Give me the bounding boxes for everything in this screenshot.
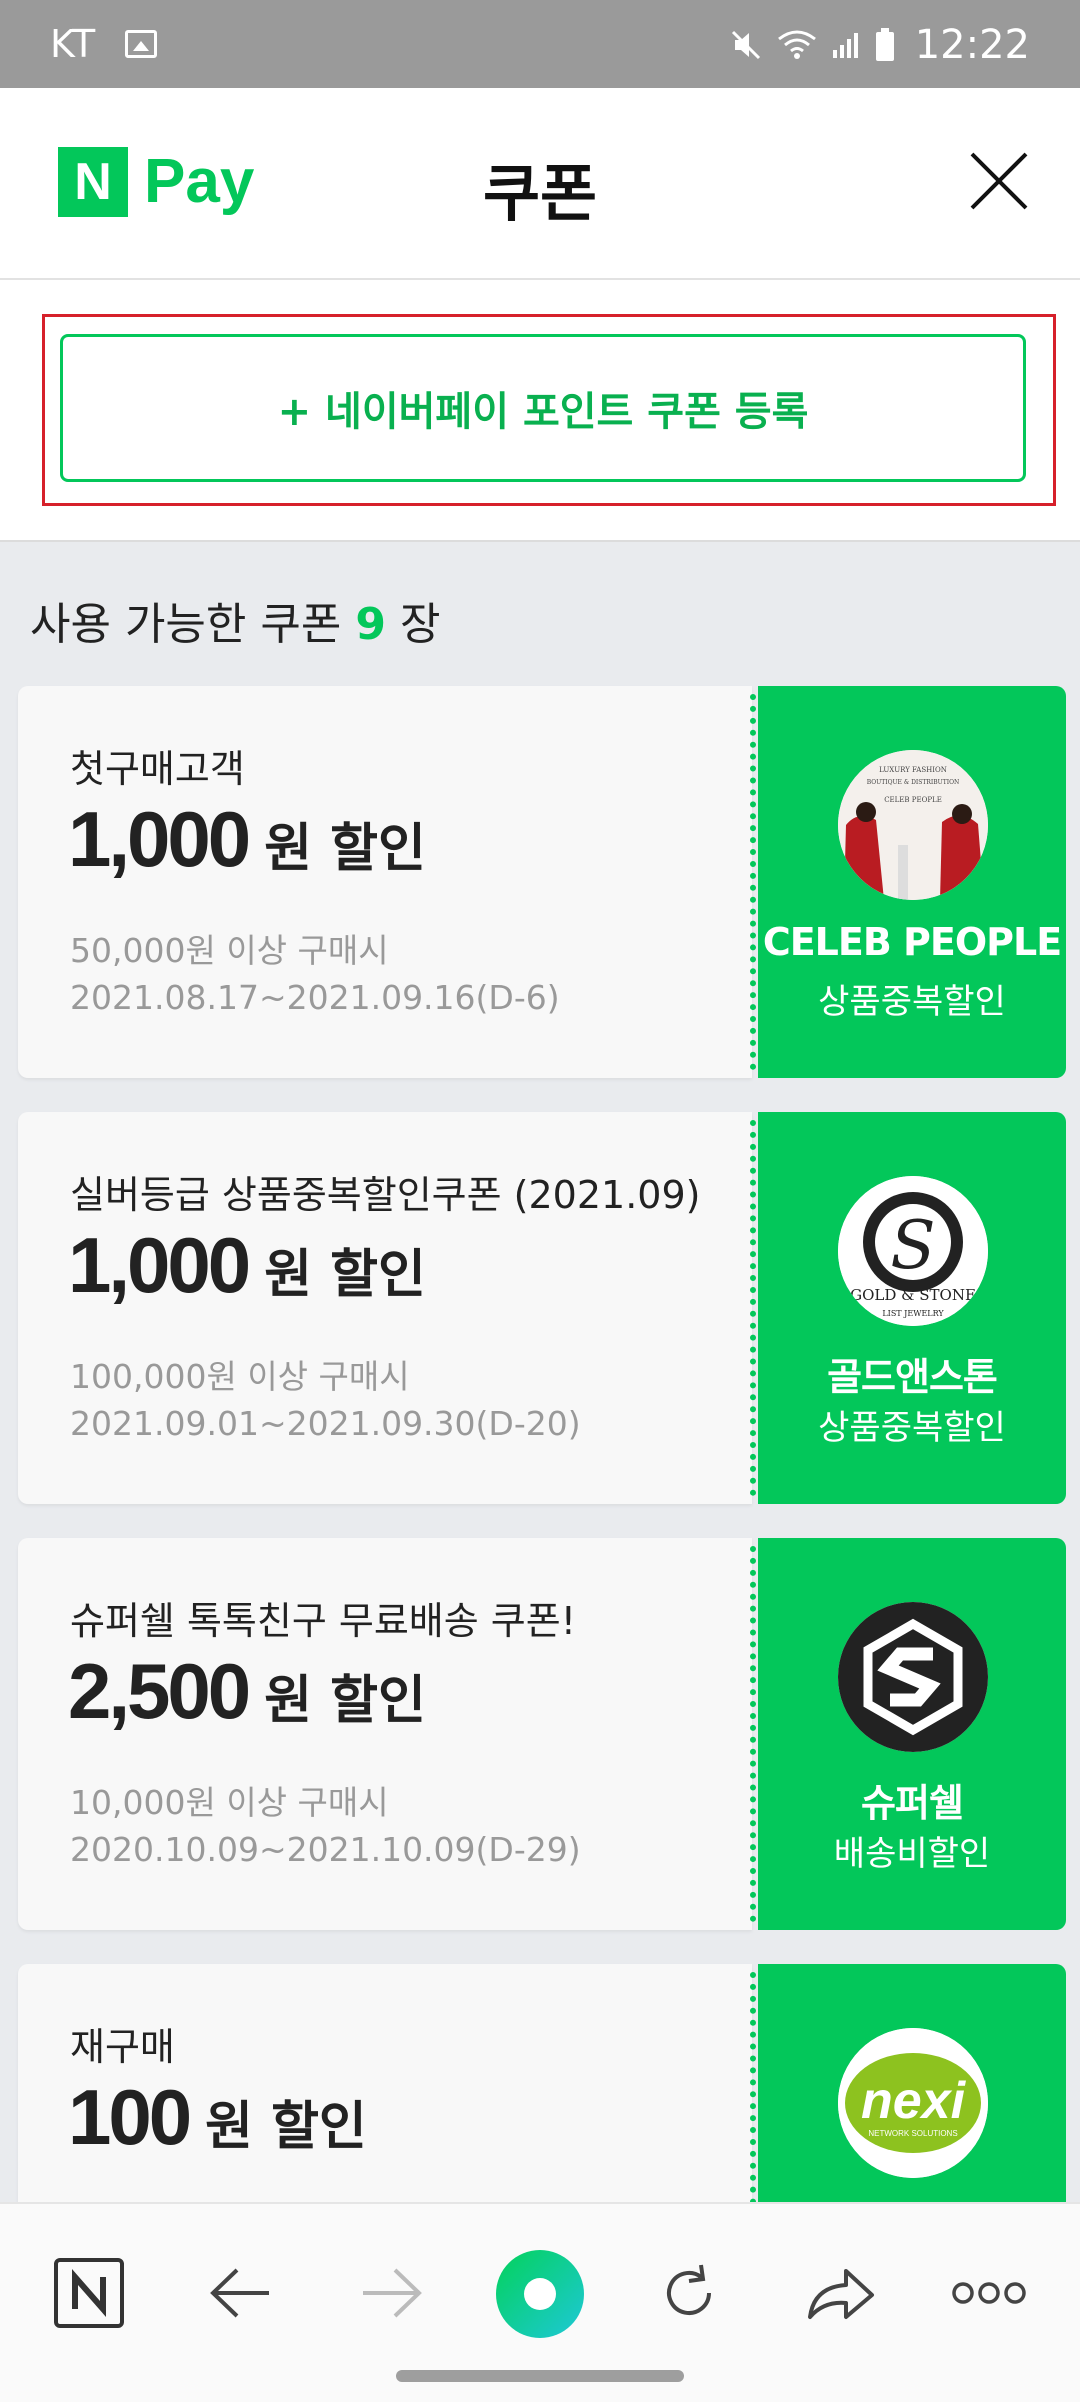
coupon-amount: 1,000 원 할인 [68, 1220, 426, 1311]
naver-home-button[interactable] [44, 2248, 134, 2338]
coupon-card[interactable]: 첫구매고객 1,000 원 할인 50,000원 이상 구매시 2021.08.… [18, 686, 1066, 1078]
coupon-condition: 100,000원 이상 구매시 [70, 1357, 410, 1396]
brand-name: 골드앤스톤 [827, 1355, 998, 1399]
coupon-condition: 10,000원 이상 구매시 [70, 1783, 389, 1822]
coupon-count-prefix: 사용 가능한 쿠폰 [30, 599, 342, 650]
coupon-amount-value: 1,000 [68, 1221, 251, 1309]
close-icon [970, 152, 1028, 210]
brand-name: 슈퍼쉘 [861, 1781, 964, 1825]
coupon-amount: 100 원 할인 [68, 2072, 367, 2163]
status-time: 12:22 [914, 22, 1030, 68]
green-dot-icon [496, 2250, 584, 2338]
svg-text:NETWORK SOLUTIONS: NETWORK SOLUTIONS [868, 2129, 957, 2138]
green-dot-button[interactable] [494, 2248, 586, 2340]
share-icon [808, 2269, 874, 2319]
forward-button[interactable] [346, 2248, 436, 2338]
coupon-name: 실버등급 상품중복할인쿠폰 (2021.09) [70, 1173, 701, 1217]
coupon-amount-value: 100 [68, 2073, 192, 2161]
brand-discount-type: 상품중복할인 [818, 1408, 1006, 1448]
svg-text:BOUTIQUE & DISTRIBUTION: BOUTIQUE & DISTRIBUTION [867, 779, 960, 786]
page-header: N Pay 쿠폰 [0, 88, 1080, 280]
coupon-brand-panel: 슈퍼쉘 배송비할인 [750, 1538, 1066, 1930]
page-title: 쿠폰 [482, 157, 598, 230]
battery-icon [875, 28, 895, 62]
coupon-amount: 1,000 원 할인 [68, 794, 426, 885]
logo-text: CELEB PEOPLE [884, 796, 942, 804]
image-notification-icon [125, 30, 158, 58]
svg-text:LIST JEWELRY: LIST JEWELRY [882, 1309, 944, 1318]
more-button[interactable] [944, 2248, 1034, 2338]
refresh-button[interactable] [644, 2248, 734, 2338]
naver-n-icon [54, 2258, 124, 2328]
brand-logo-nexi: nexi NETWORK SOLUTIONS [838, 2028, 988, 2178]
mute-icon [729, 28, 763, 62]
brand-discount-type: 배송비할인 [833, 1834, 991, 1874]
svg-text:S: S [890, 1207, 935, 1284]
coupon-amount: 2,500 원 할인 [68, 1646, 426, 1737]
coupon-info: 실버등급 상품중복할인쿠폰 (2021.09) 1,000 원 할인 100,0… [18, 1112, 752, 1504]
refresh-icon [667, 2264, 711, 2315]
logo-text: GOLD & STONE [850, 1286, 976, 1304]
coupon-count-suffix: 장 [399, 599, 441, 650]
coupon-card[interactable]: 슈퍼쉘 톡톡친구 무료배송 쿠폰! 2,500 원 할인 10,000원 이상 … [18, 1538, 1066, 1930]
brand-name: CELEB PEOPLE [762, 920, 1062, 964]
brand-discount-type: 상품중복할인 [818, 982, 1006, 1022]
coupon-count-number: 9 [355, 599, 386, 650]
coupon-amount-unit: 원 할인 [264, 819, 426, 879]
brand-logo-gold-and-stone: S GOLD & STONE LIST JEWELRY [838, 1176, 988, 1326]
status-bar: KT 12:22 [0, 0, 1080, 88]
signal-icon [831, 30, 861, 60]
home-indicator[interactable] [396, 2370, 684, 2382]
coupon-period: 2021.09.01~2021.09.30(D-20) [70, 1404, 581, 1443]
share-button[interactable] [796, 2248, 886, 2338]
register-section: + 네이버페이 포인트 쿠폰 등록 [0, 280, 1080, 542]
coupon-amount-unit: 원 할인 [264, 1245, 426, 1305]
coupon-amount-unit: 원 할인 [205, 2097, 367, 2157]
brand-logo-supershell [838, 1602, 988, 1752]
coupon-amount-value: 1,000 [68, 795, 251, 883]
coupon-period: 2021.08.17~2021.09.16(D-6) [70, 978, 560, 1017]
svg-text:LUXURY FASHION: LUXURY FASHION [879, 766, 947, 774]
coupon-card[interactable]: 실버등급 상품중복할인쿠폰 (2021.09) 1,000 원 할인 100,0… [18, 1112, 1066, 1504]
coupon-name: 첫구매고객 [70, 747, 245, 791]
brand-logo-celeb-people: LUXURY FASHION BOUTIQUE & DISTRIBUTION C… [838, 750, 988, 900]
coupon-count: 사용 가능한 쿠폰 9 장 [30, 588, 440, 652]
back-button[interactable] [196, 2248, 286, 2338]
coupon-name: 재구매 [70, 2025, 175, 2069]
coupon-amount-unit: 원 할인 [264, 1671, 426, 1731]
coupon-info: 첫구매고객 1,000 원 할인 50,000원 이상 구매시 2021.08.… [18, 686, 752, 1078]
coupon-brand-panel: LUXURY FASHION BOUTIQUE & DISTRIBUTION C… [750, 686, 1066, 1078]
coupon-period: 2020.10.09~2021.10.09(D-29) [70, 1830, 581, 1869]
close-button[interactable] [968, 150, 1030, 212]
logo-text: nexi [861, 2072, 967, 2130]
coupon-info: 슈퍼쉘 톡톡친구 무료배송 쿠폰! 2,500 원 할인 10,000원 이상 … [18, 1538, 752, 1930]
register-coupon-button[interactable]: + 네이버페이 포인트 쿠폰 등록 [60, 334, 1026, 482]
coupon-amount-value: 2,500 [68, 1647, 251, 1735]
coupon-name: 슈퍼쉘 톡톡친구 무료배송 쿠폰! [70, 1599, 576, 1643]
arrow-right-icon [363, 2268, 422, 2318]
wifi-icon [777, 29, 817, 61]
coupon-condition: 50,000원 이상 구매시 [70, 931, 389, 970]
more-dots-icon [952, 2282, 1026, 2304]
coupon-brand-panel: S GOLD & STONE LIST JEWELRY 골드앤스톤 상품중복할인 [750, 1112, 1066, 1504]
carrier-label: KT [50, 22, 96, 66]
arrow-left-icon [210, 2268, 269, 2318]
